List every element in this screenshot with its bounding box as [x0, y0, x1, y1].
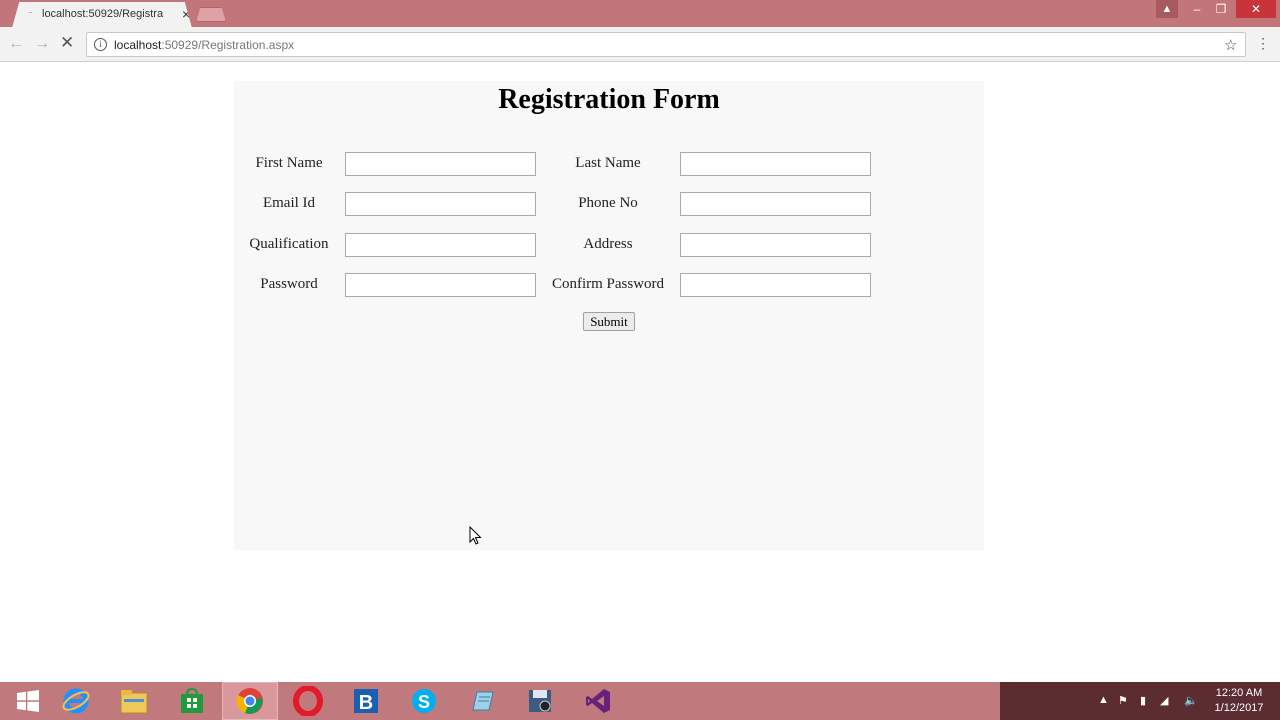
- opera-icon: [293, 686, 323, 716]
- taskbar-opera[interactable]: [280, 682, 336, 720]
- show-hidden-icons-icon[interactable]: ▲: [1098, 694, 1109, 706]
- browser-toolbar: ← → ✕ i localhost:50929/Registration.asp…: [0, 27, 1280, 62]
- taskbar-file-explorer[interactable]: [106, 682, 162, 720]
- bing-icon: B: [354, 689, 378, 714]
- info-icon[interactable]: i: [94, 38, 107, 51]
- password-input[interactable]: [345, 273, 536, 297]
- forward-arrow-icon[interactable]: →: [34, 35, 50, 53]
- page-content: Registration Form First Name Last Name E…: [0, 62, 1280, 682]
- phone-input[interactable]: [680, 192, 871, 216]
- taskbar-skype[interactable]: S: [396, 682, 452, 720]
- notepad-icon: [472, 691, 494, 711]
- mouse-cursor-icon: [469, 526, 482, 545]
- back-arrow-icon[interactable]: ←: [8, 35, 24, 53]
- visual-studio-icon: [586, 689, 610, 713]
- clock-date: 1/12/2017: [1214, 702, 1264, 714]
- qualification-label: Qualification: [249, 236, 329, 252]
- start-icon: [17, 690, 39, 712]
- registration-panel: Registration Form First Name Last Name E…: [234, 81, 984, 550]
- taskbar-clock[interactable]: 12:20 AM 1/12/2017: [1208, 686, 1270, 716]
- volume-icon[interactable]: 🔈: [1184, 694, 1198, 707]
- network-signal-icon[interactable]: ◢: [1160, 694, 1168, 707]
- clock-time: 12:20 AM: [1215, 687, 1263, 699]
- tab-title: localhost:50929/Registra: [42, 8, 164, 20]
- taskbar-chrome[interactable]: [222, 682, 278, 720]
- skype-icon: S: [412, 689, 436, 713]
- close-window-button[interactable]: ✕: [1236, 0, 1276, 18]
- confirm-password-label: Confirm Password: [551, 276, 665, 292]
- svg-text:S: S: [418, 692, 430, 712]
- phone-label: Phone No: [578, 195, 638, 211]
- close-tab-icon[interactable]: ×: [182, 6, 190, 22]
- taskbar-ie[interactable]: [48, 682, 104, 720]
- form-title: Registration Form: [498, 84, 720, 115]
- restore-button[interactable]: ❐: [1210, 0, 1232, 18]
- taskbar-store[interactable]: [164, 682, 220, 720]
- taskbar-visual-studio[interactable]: [570, 682, 626, 720]
- url-text[interactable]: localhost:50929/Registration.aspx: [114, 38, 294, 52]
- chrome-icon: [236, 688, 263, 714]
- file-explorer-icon: [120, 690, 148, 714]
- email-input[interactable]: [345, 192, 536, 216]
- taskbar-save-app[interactable]: [512, 682, 568, 720]
- address-input[interactable]: [680, 233, 871, 257]
- store-icon: [181, 687, 203, 713]
- email-label: Email Id: [262, 195, 316, 211]
- browser-titlebar: ⁻ localhost:50929/Registra × ▲ – ❐ ✕: [0, 0, 1280, 28]
- loading-favicon-icon: ⁻: [28, 9, 33, 19]
- bookmark-star-icon[interactable]: ☆: [1224, 36, 1237, 54]
- battery-icon[interactable]: ▮: [1140, 694, 1146, 707]
- address-bar[interactable]: i localhost:50929/Registration.aspx ☆: [86, 32, 1246, 57]
- svg-text:B: B: [359, 692, 373, 714]
- last-name-label: Last Name: [575, 155, 641, 171]
- windows-taskbar: B S ▲ ⚑ ▮ ◢ 🔈 12:20 AM 1/12/2017: [0, 682, 1280, 720]
- confirm-password-input[interactable]: [680, 273, 871, 297]
- stop-loading-icon[interactable]: ✕: [60, 33, 74, 53]
- address-label: Address: [583, 236, 633, 252]
- password-label: Password: [260, 276, 318, 292]
- first-name-label: First Name: [255, 155, 323, 171]
- taskbar-notepad[interactable]: [454, 682, 510, 720]
- first-name-input[interactable]: [345, 152, 536, 176]
- url-path: :50929/Registration.aspx: [161, 38, 295, 52]
- browser-tab[interactable]: ⁻ localhost:50929/Registra ×: [12, 2, 192, 28]
- profile-icon[interactable]: ▲: [1156, 0, 1178, 18]
- new-tab-button[interactable]: [196, 7, 226, 22]
- last-name-input[interactable]: [680, 152, 871, 176]
- submit-button[interactable]: Submit: [583, 312, 635, 331]
- internet-explorer-icon: [62, 688, 90, 714]
- menu-icon[interactable]: ⋮: [1256, 35, 1270, 52]
- action-center-flag-icon[interactable]: ⚑: [1118, 694, 1128, 707]
- save-app-icon: [529, 690, 551, 712]
- url-host: localhost: [114, 38, 162, 52]
- taskbar-bing[interactable]: B: [338, 682, 394, 720]
- minimize-button[interactable]: –: [1186, 0, 1208, 18]
- qualification-input[interactable]: [345, 233, 536, 257]
